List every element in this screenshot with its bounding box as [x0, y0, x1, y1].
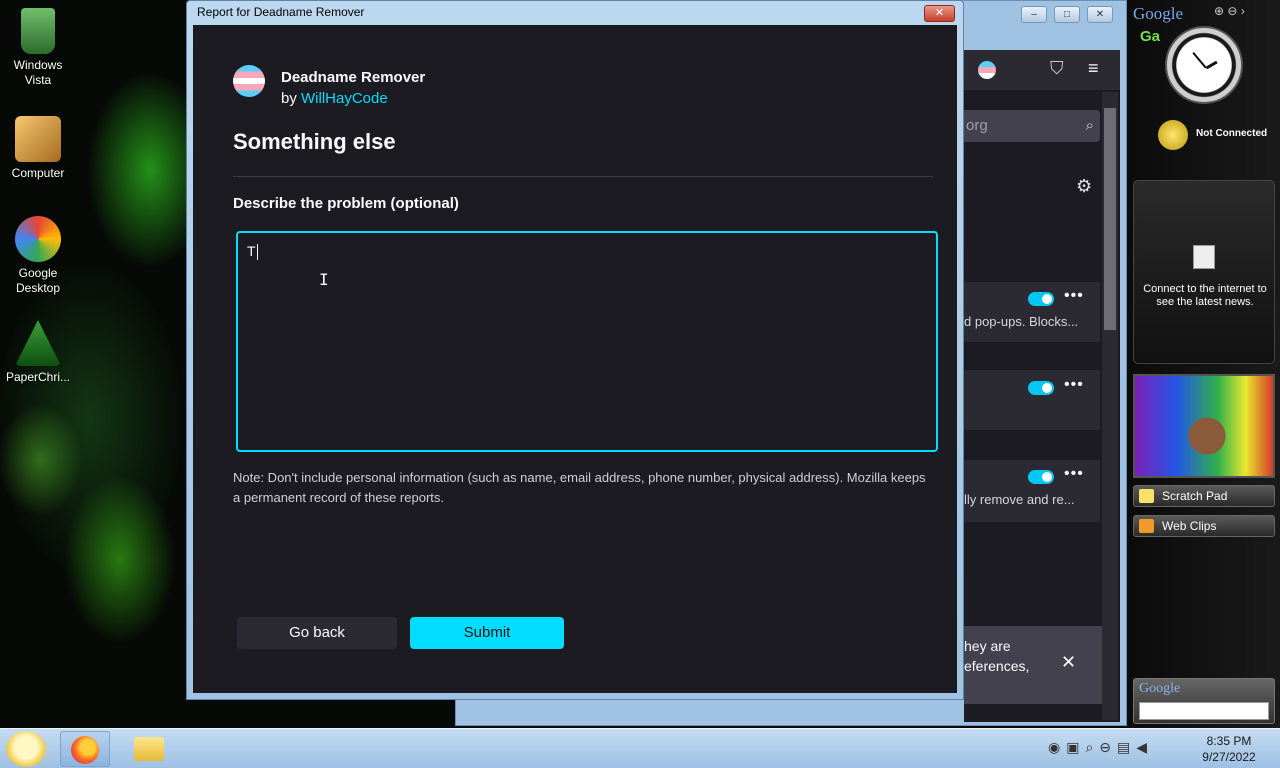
taskbar-firefox[interactable]	[60, 731, 110, 767]
connection-status-icon	[1158, 120, 1188, 150]
google-search-gadget: Google	[1133, 678, 1275, 724]
textarea-value: T	[247, 243, 256, 259]
addon-card[interactable]: •••	[964, 370, 1100, 430]
notice-text: hey are	[964, 638, 1011, 654]
clock-gadget	[1165, 26, 1243, 104]
start-button[interactable]	[6, 731, 46, 767]
menu-icon[interactable]: ≡	[1088, 58, 1099, 79]
recycle-bin-icon	[21, 8, 55, 54]
addon-toggle[interactable]	[1028, 381, 1054, 395]
google-search-input[interactable]	[1139, 702, 1269, 720]
addon-card[interactable]: ••• lly remove and re...	[964, 460, 1100, 522]
problem-field-label: Describe the problem (optional)	[233, 195, 459, 212]
clock-hour-hand	[1205, 60, 1218, 70]
clock-time: 8:35 PM	[1206, 734, 1252, 748]
windows-sidebar	[1128, 0, 1280, 728]
news-message: Connect to the internet to see the lates…	[1143, 283, 1267, 308]
notice-banner: hey are eferences, ✕	[964, 626, 1102, 704]
system-tray[interactable]: ◉▣⌕⊖▤◀	[1048, 739, 1153, 756]
network-icon[interactable]: ▤	[1117, 739, 1136, 755]
shield-icon[interactable]: ⛉	[1050, 58, 1064, 79]
addon-card[interactable]: ••• d pop-ups. Blocks...	[964, 282, 1100, 342]
web-clips-gadget[interactable]: Web Clips	[1133, 515, 1275, 537]
browser-toolbar: ⛉ ≡	[964, 50, 1120, 90]
more-options-icon[interactable]: •••	[1064, 376, 1084, 394]
problem-description-textarea[interactable]: T	[236, 231, 938, 452]
taskbar-explorer[interactable]	[124, 731, 174, 767]
chrome-tray-icon[interactable]: ◉	[1048, 739, 1066, 755]
go-back-button[interactable]: Go back	[237, 617, 397, 649]
clock-date: 9/27/2022	[1202, 750, 1256, 764]
newspaper-icon	[1193, 245, 1215, 269]
computer-icon	[15, 116, 61, 162]
rss-icon	[1139, 519, 1154, 533]
gear-icon[interactable]: ⚙	[1076, 176, 1092, 197]
desktop-icon-label: Computer	[11, 166, 65, 180]
gaming-logo: Ga	[1140, 28, 1161, 45]
folder-icon	[134, 737, 164, 761]
addon-toggle[interactable]	[1028, 292, 1054, 306]
dialog-close-button[interactable]: ✕	[924, 5, 955, 22]
desktop-icon-google-desktop[interactable]: Google Desktop	[0, 216, 76, 296]
dialog-title: Report for Deadname Remover	[197, 5, 365, 19]
addon-description: lly remove and re...	[964, 492, 1075, 507]
add-gadget-icon[interactable]: ⊕	[1214, 4, 1224, 18]
more-options-icon[interactable]: •••	[1064, 465, 1084, 483]
privacy-note: Note: Don't include personal information…	[233, 470, 926, 505]
desktop-icon-paperchristmas[interactable]: PaperChri...	[0, 320, 76, 385]
news-gadget[interactable]: Connect to the internet to see the lates…	[1133, 180, 1275, 364]
google-search-label: Google	[1139, 681, 1181, 696]
app-tray-icon[interactable]: ▣	[1066, 739, 1085, 755]
google-desktop-icon	[15, 216, 61, 262]
text-caret	[256, 244, 258, 261]
addons-search-input[interactable]: org ⌕	[964, 110, 1100, 142]
author-link[interactable]: WillHayCode	[301, 90, 388, 107]
minimize-button[interactable]: –	[1021, 6, 1047, 23]
extension-name: Deadname Remover	[281, 69, 426, 86]
chevron-down-icon[interactable]: ⊖	[1227, 4, 1237, 18]
desktop-icon-label: PaperChri...	[5, 370, 71, 384]
volume-icon[interactable]: ◀	[1136, 739, 1153, 755]
desktop-icon-label: Windows Vista	[13, 58, 63, 87]
addon-toggle[interactable]	[1028, 470, 1054, 484]
taskbar-clock[interactable]: 8:35 PM 9/27/2022	[1198, 733, 1260, 765]
more-options-icon[interactable]: •••	[1064, 287, 1084, 305]
author-prefix: by	[281, 90, 297, 107]
maximize-button[interactable]: □	[1054, 6, 1080, 23]
desktop-icon-computer[interactable]: Computer	[0, 116, 76, 181]
report-reason-heading: Something else	[233, 129, 396, 154]
web-clips-label: Web Clips	[1162, 519, 1217, 533]
scratch-pad-gadget[interactable]: Scratch Pad	[1133, 485, 1275, 507]
extension-logo-icon	[233, 65, 265, 97]
slideshow-gadget[interactable]	[1133, 374, 1275, 478]
addon-description: d pop-ups. Blocks...	[964, 314, 1079, 329]
desktop-icon-windows-vista[interactable]: Windows Vista	[0, 8, 76, 88]
firefox-icon	[71, 736, 99, 764]
sidebar-google-logo: Google	[1133, 4, 1184, 23]
notepad-icon	[1139, 489, 1154, 503]
submit-button[interactable]: Submit	[410, 617, 564, 649]
ibeam-cursor-icon: I	[319, 270, 329, 289]
divider	[233, 176, 933, 177]
close-icon[interactable]: ✕	[1061, 652, 1076, 672]
connection-status: Not Connected	[1196, 128, 1268, 139]
notice-text: eferences,	[964, 658, 1030, 674]
extension-toolbar-icon[interactable]	[978, 61, 996, 79]
scrollbar-thumb[interactable]	[1104, 108, 1116, 330]
sidebar-controls[interactable]: ⊕ ⊖ ›	[1214, 4, 1245, 18]
desktop-icon-label: Google Desktop	[15, 266, 61, 295]
minus-tray-icon[interactable]: ⊖	[1099, 739, 1117, 755]
search-icon: ⌕	[1085, 117, 1094, 134]
extension-author-line: by WillHayCode	[281, 90, 388, 107]
search-placeholder: org	[966, 117, 988, 134]
christmas-tree-icon	[15, 320, 61, 366]
chevron-right-icon[interactable]: ›	[1241, 4, 1245, 18]
taskbar: ◉▣⌕⊖▤◀ 8:35 PM 9/27/2022	[0, 728, 1280, 768]
scrollbar[interactable]	[1102, 92, 1118, 720]
search-tray-icon[interactable]: ⌕	[1085, 739, 1099, 755]
window-close-button[interactable]: ✕	[1087, 6, 1113, 23]
scratch-pad-label: Scratch Pad	[1162, 489, 1228, 503]
